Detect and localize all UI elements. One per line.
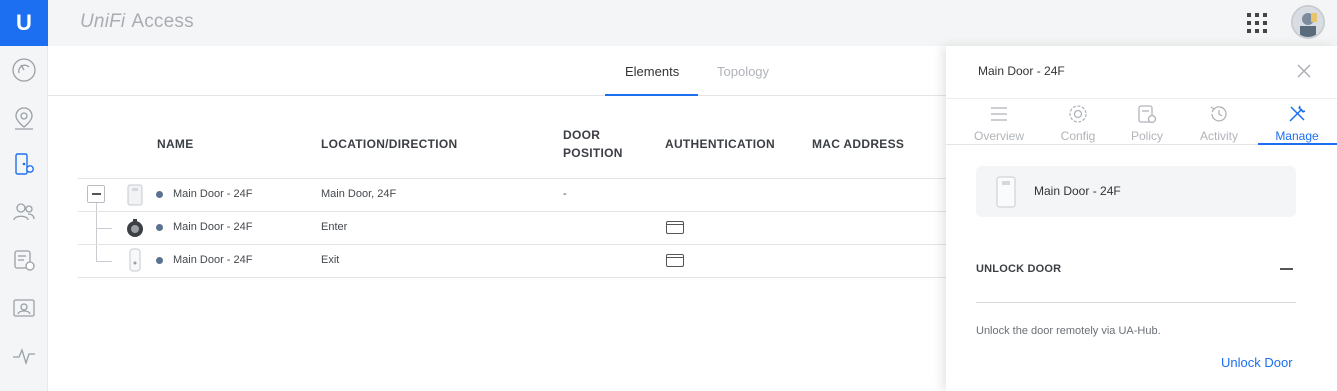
- column-header-door[interactable]: DOOR: [563, 128, 600, 142]
- device-reader-lite-icon: [128, 248, 142, 277]
- panel-title: Main Door - 24F: [978, 64, 1065, 78]
- panel-tab-activity[interactable]: Activity: [1196, 99, 1242, 146]
- device-hub-icon: [126, 184, 144, 211]
- row-1-door-position: -: [563, 188, 567, 200]
- tree-connector: [96, 261, 112, 262]
- unlock-door-button[interactable]: Unlock Door: [1221, 355, 1293, 370]
- panel-tab-policy-label: Policy: [1130, 129, 1163, 143]
- panel-tab-manage-label: Manage: [1275, 129, 1319, 143]
- sidebar: U: [0, 0, 48, 391]
- status-dot: [156, 191, 163, 198]
- device-reader-pro-icon: [125, 218, 145, 243]
- card-auth-icon: [666, 254, 684, 267]
- device-detail-panel: Main Door - 24F Overview Config Policy A…: [946, 46, 1337, 391]
- policy-icon: [1138, 105, 1157, 124]
- column-header-location[interactable]: LOCATION/DIRECTION: [321, 137, 458, 151]
- app-name: Access: [131, 11, 194, 32]
- status-dot: [156, 224, 163, 231]
- brand-title: UniFi Access: [80, 11, 194, 33]
- activity-pulse-icon[interactable]: [8, 340, 40, 372]
- gear-icon: [1069, 105, 1087, 123]
- row-3-name[interactable]: Main Door - 24F: [173, 254, 252, 266]
- avatar[interactable]: [1291, 5, 1325, 39]
- view-tabs: Elements Topology: [48, 46, 946, 96]
- panel-tab-config[interactable]: Config: [1056, 99, 1100, 146]
- dashboard-icon[interactable]: [8, 54, 40, 86]
- row-2-location: Enter: [321, 221, 348, 233]
- id-card-icon[interactable]: [8, 292, 40, 324]
- device-summary-card: Main Door - 24F: [976, 166, 1296, 217]
- row-3-location: Exit: [321, 254, 340, 266]
- row-1-location: Main Door, 24F: [321, 188, 397, 200]
- row-2-name[interactable]: Main Door - 24F: [173, 221, 252, 233]
- collapse-toggle[interactable]: [87, 185, 105, 203]
- panel-tab-manage[interactable]: Manage: [1268, 99, 1326, 146]
- main-content: Elements Topology NAME LOCATION/DIRECTIO…: [48, 46, 946, 391]
- active-tab-indicator: [605, 94, 698, 96]
- tab-elements[interactable]: Elements: [625, 64, 679, 79]
- close-icon[interactable]: [1296, 63, 1312, 79]
- unifi-logo[interactable]: U: [0, 0, 48, 46]
- header-divider: [78, 178, 946, 179]
- row-1-name[interactable]: Main Door - 24F: [173, 188, 252, 200]
- row-divider: [78, 244, 946, 245]
- unlock-door-description: Unlock the door remotely via UA-Hub.: [976, 325, 1161, 337]
- tools-icon: [1289, 105, 1306, 122]
- column-header-mac-address[interactable]: MAC ADDRESS: [812, 137, 904, 151]
- tab-topology[interactable]: Topology: [717, 64, 769, 79]
- status-dot: [156, 257, 163, 264]
- list-icon: [991, 107, 1007, 121]
- map-pin-icon[interactable]: [8, 102, 40, 134]
- column-header-position[interactable]: POSITION: [563, 146, 623, 160]
- policy-shield-icon[interactable]: [8, 244, 40, 276]
- panel-tabs: Overview Config Policy Activity Manage: [946, 98, 1337, 145]
- brand-name: UniFi: [80, 11, 126, 32]
- device-hub-icon: [994, 176, 1018, 213]
- column-header-authentication[interactable]: AUTHENTICATION: [665, 137, 775, 151]
- door-lock-icon[interactable]: [8, 148, 40, 180]
- panel-tab-config-label: Config: [1060, 129, 1096, 143]
- unlock-door-section-title[interactable]: UNLOCK DOOR: [976, 263, 1061, 275]
- users-icon[interactable]: [8, 196, 40, 228]
- card-auth-icon: [666, 221, 684, 234]
- column-header-name[interactable]: NAME: [157, 137, 194, 151]
- device-name: Main Door - 24F: [1034, 184, 1121, 198]
- row-divider: [78, 211, 946, 212]
- logo-mark: U: [16, 10, 32, 35]
- section-divider: [976, 302, 1296, 303]
- panel-tab-activity-label: Activity: [1199, 129, 1238, 143]
- panel-tab-overview-label: Overview: [973, 129, 1024, 143]
- panel-tab-policy[interactable]: Policy: [1126, 99, 1168, 146]
- apps-grid-icon[interactable]: [1246, 12, 1268, 34]
- top-bar: UniFi Access: [48, 0, 1337, 46]
- active-panel-tab-indicator: [1258, 143, 1337, 145]
- tree-connector: [96, 228, 112, 229]
- row-divider: [78, 277, 946, 278]
- collapse-section-icon[interactable]: [1280, 268, 1293, 270]
- panel-tab-overview[interactable]: Overview: [972, 99, 1026, 146]
- history-icon: [1210, 106, 1227, 122]
